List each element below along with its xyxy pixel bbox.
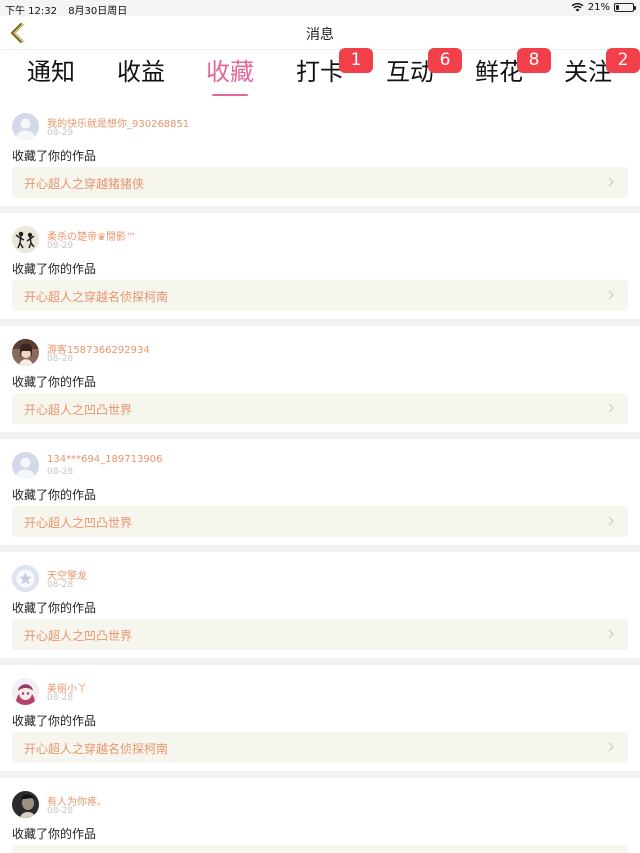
chevron-right-icon bbox=[608, 403, 614, 413]
dark-photo-avatar-icon bbox=[12, 791, 39, 818]
action-text: 收藏了你的作品 bbox=[12, 262, 97, 276]
item-date: 08-28 bbox=[47, 806, 74, 816]
list-item: 柔杀の楚帝♛閒影™ 08-29 收藏了你的作品 开心超人之穿越名侦探柯南 bbox=[0, 206, 640, 326]
tab-badge: 2 bbox=[606, 48, 640, 73]
nav-bar: 消息 bbox=[0, 16, 640, 50]
work-link[interactable]: 开心超人之穿越名侦探柯南 bbox=[12, 280, 628, 311]
tab-earnings[interactable]: 收益 bbox=[111, 57, 171, 87]
battery-icon bbox=[614, 3, 636, 12]
tab-notifications[interactable]: 通知 bbox=[21, 57, 81, 87]
dancers-avatar-icon bbox=[12, 226, 39, 253]
action-text: 收藏了你的作品 bbox=[12, 601, 97, 615]
tab-label: 关注 bbox=[564, 58, 612, 86]
status-left: 下午 12:32 8月30日周日 bbox=[5, 2, 127, 17]
work-title: 开心超人之凹凸世界 bbox=[24, 516, 133, 530]
item-date: 08-29 bbox=[47, 241, 74, 251]
work-title: 开心超人之凹凸世界 bbox=[24, 629, 133, 643]
tab-interaction[interactable]: 互动 6 bbox=[380, 48, 462, 87]
avatar[interactable] bbox=[12, 226, 39, 253]
avatar[interactable] bbox=[12, 452, 39, 479]
work-title: 开心超人之穿越猪猪侠 bbox=[24, 177, 145, 191]
work-title: 开心超人之穿越名侦探柯南 bbox=[24, 290, 169, 304]
tab-label: 鲜花 bbox=[475, 58, 523, 86]
tab-label: 互动 bbox=[386, 58, 434, 86]
star-avatar-icon bbox=[12, 565, 39, 592]
tab-label: 收藏 bbox=[206, 58, 254, 86]
chevron-right-icon bbox=[608, 177, 614, 187]
tab-label: 打卡 bbox=[296, 58, 344, 86]
list-item: 美丽小丫 08-28 收藏了你的作品 开心超人之穿越名侦探柯南 bbox=[0, 658, 640, 778]
work-link[interactable] bbox=[12, 845, 628, 853]
avatar[interactable] bbox=[12, 113, 39, 140]
avatar[interactable] bbox=[12, 791, 39, 818]
chevron-right-icon bbox=[608, 290, 614, 300]
battery-level bbox=[616, 5, 620, 10]
work-title: 开心超人之凹凸世界 bbox=[24, 403, 133, 417]
tab-badge: 8 bbox=[517, 48, 551, 73]
chevron-right-icon bbox=[608, 629, 614, 639]
action-text: 收藏了你的作品 bbox=[12, 149, 97, 163]
tab-badge: 6 bbox=[428, 48, 462, 73]
work-link[interactable]: 开心超人之凹凸世界 bbox=[12, 619, 628, 650]
work-title: 开心超人之穿越名侦探柯南 bbox=[24, 742, 169, 756]
photo-avatar-icon bbox=[12, 339, 39, 366]
tab-bar: 通知 收益 收藏 打卡 1 互动 6 鲜花 8 关注 2 bbox=[0, 48, 640, 100]
list-item: 天空擎龙 08-28 收藏了你的作品 开心超人之凹凸世界 bbox=[0, 545, 640, 665]
item-date: 08-28 bbox=[47, 354, 74, 364]
tab-label: 收益 bbox=[117, 58, 165, 86]
work-link[interactable]: 开心超人之穿越猪猪侠 bbox=[12, 167, 628, 198]
action-text: 收藏了你的作品 bbox=[12, 375, 97, 389]
default-avatar-icon bbox=[12, 452, 39, 479]
list-item: 我的快乐就是想你_930268851 08-29 收藏了你的作品 开心超人之穿越… bbox=[0, 100, 640, 213]
default-avatar-icon bbox=[12, 113, 39, 140]
avatar[interactable] bbox=[12, 339, 39, 366]
tab-label: 通知 bbox=[27, 58, 75, 86]
anime-avatar-icon bbox=[12, 678, 39, 705]
battery-percent: 21% bbox=[587, 2, 610, 13]
wifi-icon bbox=[571, 3, 584, 12]
chevron-right-icon bbox=[608, 742, 614, 752]
item-date: 08-29 bbox=[47, 128, 74, 138]
item-date: 08-28 bbox=[47, 693, 74, 703]
action-text: 收藏了你的作品 bbox=[12, 488, 97, 502]
tab-badge: 1 bbox=[339, 48, 373, 73]
tab-checkin[interactable]: 打卡 1 bbox=[290, 48, 373, 87]
page-title: 消息 bbox=[306, 27, 334, 43]
chevron-right-icon bbox=[608, 516, 614, 526]
item-date: 08-28 bbox=[47, 580, 74, 590]
tab-favorites[interactable]: 收藏 bbox=[200, 57, 260, 96]
action-text: 收藏了你的作品 bbox=[12, 714, 97, 728]
list-item: 有人为你疼。 08-28 收藏了你的作品 bbox=[0, 771, 640, 853]
work-link[interactable]: 开心超人之穿越名侦探柯南 bbox=[12, 732, 628, 763]
work-link[interactable]: 开心超人之凹凸世界 bbox=[12, 393, 628, 424]
list-item: 134***694_189713906 08-28 收藏了你的作品 开心超人之凹… bbox=[0, 432, 640, 552]
work-link[interactable]: 开心超人之凹凸世界 bbox=[12, 506, 628, 537]
avatar[interactable] bbox=[12, 565, 39, 592]
username[interactable]: 134***694_189713906 bbox=[47, 454, 162, 465]
status-bar: 下午 12:32 8月30日周日 21% bbox=[0, 0, 640, 17]
status-right: 21% bbox=[571, 2, 636, 13]
tab-flowers[interactable]: 鲜花 8 bbox=[469, 48, 551, 87]
item-date: 08-28 bbox=[47, 467, 74, 477]
tab-follow[interactable]: 关注 2 bbox=[558, 48, 640, 87]
avatar[interactable] bbox=[12, 678, 39, 705]
active-tab-underline bbox=[212, 94, 248, 96]
action-text: 收藏了你的作品 bbox=[12, 827, 97, 841]
list-item: 游客1587366292934 08-28 收藏了你的作品 开心超人之凹凸世界 bbox=[0, 319, 640, 439]
